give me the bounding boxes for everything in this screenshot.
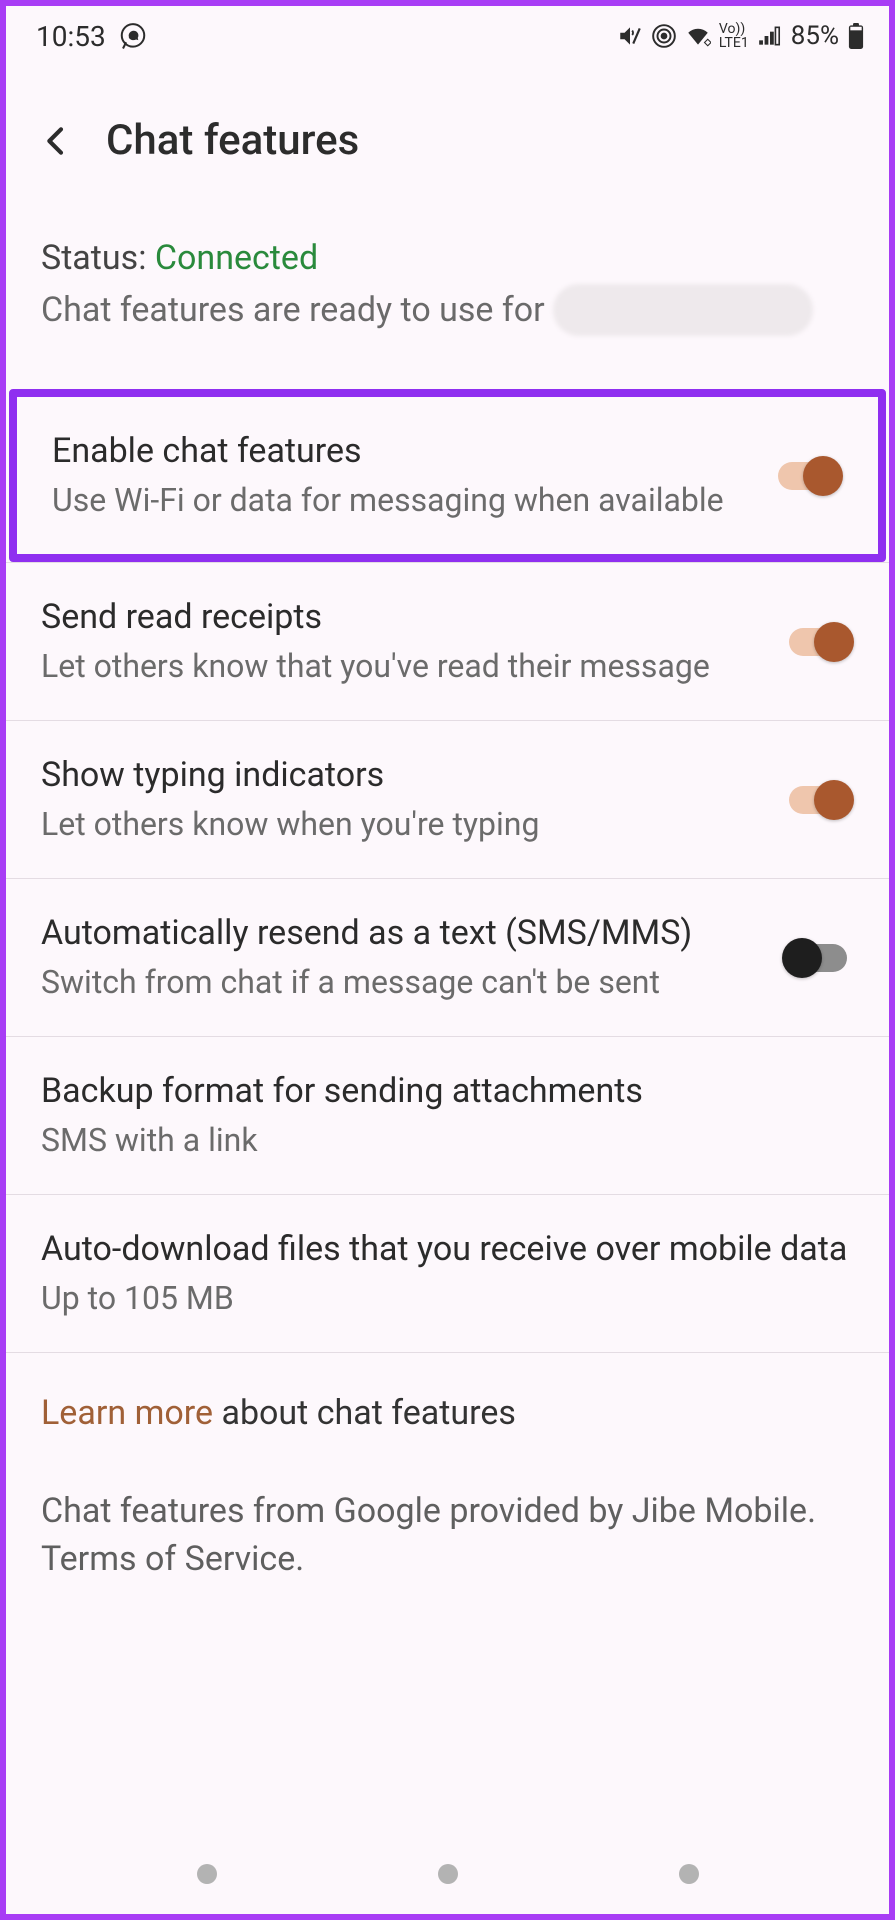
wifi-icon bbox=[685, 23, 711, 49]
status-time: 10:53 bbox=[36, 20, 106, 53]
setting-item-auto-resend[interactable]: Automatically resend as a text (SMS/MMS)… bbox=[6, 878, 889, 1036]
signal-icon bbox=[757, 23, 783, 49]
setting-subtitle: Let others know that you've read their m… bbox=[41, 645, 762, 688]
toggle-auto-resend[interactable] bbox=[782, 938, 854, 978]
status-label: Status: bbox=[41, 238, 155, 278]
page-title: Chat features bbox=[106, 116, 359, 165]
learn-more-link[interactable]: Learn more bbox=[41, 1393, 213, 1433]
setting-title: Enable chat features bbox=[52, 429, 751, 475]
network-type-label: Vo)) LTE1 bbox=[719, 22, 749, 50]
setting-title: Automatically resend as a text (SMS/MMS) bbox=[41, 911, 762, 957]
navigation-bar bbox=[6, 1844, 889, 1894]
hotspot-icon bbox=[651, 23, 677, 49]
status-bar: 10:53 Vo)) LTE1 85% bbox=[6, 6, 889, 66]
whatsapp-notification-icon bbox=[118, 21, 148, 51]
battery-icon bbox=[843, 23, 869, 49]
status-value: Connected bbox=[155, 238, 318, 278]
setting-item-read-receipts[interactable]: Send read receipts Let others know that … bbox=[6, 562, 889, 720]
toggle-read-receipts[interactable] bbox=[782, 622, 854, 662]
setting-item-backup-format[interactable]: Backup format for sending attachments SM… bbox=[6, 1036, 889, 1194]
setting-title: Send read receipts bbox=[41, 595, 762, 641]
back-icon[interactable] bbox=[36, 121, 76, 161]
highlight-box: Enable chat features Use Wi-Fi or data f… bbox=[9, 389, 886, 562]
mute-icon bbox=[617, 23, 643, 49]
setting-title: Show typing indicators bbox=[41, 753, 762, 799]
toggle-typing-indicators[interactable] bbox=[782, 780, 854, 820]
status-subtitle: Chat features are ready to use for bbox=[41, 290, 545, 330]
setting-subtitle: SMS with a link bbox=[41, 1119, 854, 1162]
toggle-enable-chat-features[interactable] bbox=[771, 456, 843, 496]
status-section: Status: Connected Chat features are read… bbox=[6, 210, 889, 386]
battery-percent: 85% bbox=[791, 21, 839, 51]
footer-section: Learn more about chat features Chat feat… bbox=[6, 1352, 889, 1623]
nav-recents-button[interactable] bbox=[197, 1864, 217, 1884]
setting-subtitle: Let others know when you're typing bbox=[41, 803, 762, 846]
setting-title: Auto-download files that you receive ove… bbox=[41, 1227, 854, 1273]
setting-item-auto-download[interactable]: Auto-download files that you receive ove… bbox=[6, 1194, 889, 1352]
setting-subtitle: Use Wi-Fi or data for messaging when ava… bbox=[52, 479, 751, 522]
setting-subtitle: Switch from chat if a message can't be s… bbox=[41, 961, 762, 1004]
redacted-phone-number bbox=[553, 284, 813, 336]
nav-back-button[interactable] bbox=[679, 1864, 699, 1884]
setting-subtitle: Up to 105 MB bbox=[41, 1277, 854, 1320]
setting-item-typing-indicators[interactable]: Show typing indicators Let others know w… bbox=[6, 720, 889, 878]
learn-more-rest: about chat features bbox=[213, 1393, 516, 1433]
page-header: Chat features bbox=[6, 66, 889, 210]
nav-home-button[interactable] bbox=[438, 1864, 458, 1884]
setting-title: Backup format for sending attachments bbox=[41, 1069, 854, 1115]
provider-text: Chat features from Google provided by Ji… bbox=[41, 1488, 854, 1583]
setting-item-enable-chat-features[interactable]: Enable chat features Use Wi-Fi or data f… bbox=[17, 397, 878, 554]
